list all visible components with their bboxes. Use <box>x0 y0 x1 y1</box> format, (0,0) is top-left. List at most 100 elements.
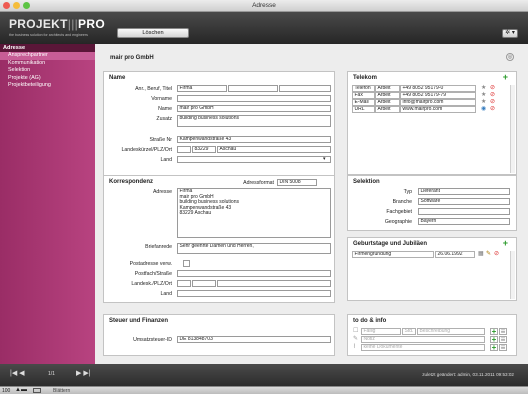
landeskz-field[interactable] <box>177 146 191 153</box>
status-bar: 100 ▲▬ Blättern <box>0 386 528 394</box>
branche-label: Branche <box>392 199 412 205</box>
delete-icon[interactable]: ⊘ <box>494 251 499 257</box>
record-counter: 1/1 <box>48 371 55 377</box>
geburtstage-heading: Geburtstage und Jubiläen <box>353 241 428 247</box>
telekom-value[interactable]: www.mairpro.com <box>400 106 476 113</box>
korrespondenz-panel: Korrespondenz Adressformat DIN 5008 Adre… <box>103 175 335 303</box>
telekom-value[interactable]: info@mairpro.com <box>400 99 476 106</box>
sidebar: Adresse Ansprechpartner Kommunikation Se… <box>0 44 95 364</box>
branche-field[interactable]: Software <box>418 198 510 205</box>
zusatz-field[interactable]: building business solutions <box>177 115 331 127</box>
post-land-field[interactable] <box>177 290 331 297</box>
titel-field[interactable] <box>279 85 331 92</box>
delete-icon[interactable]: ⊘ <box>490 106 495 112</box>
add-document-button[interactable]: + <box>490 344 498 352</box>
sidebar-item-kommunikation[interactable]: Kommunikation <box>0 60 95 68</box>
telekom-cat[interactable]: Arbeit <box>375 92 400 99</box>
telekom-cat[interactable]: Arbeit <box>375 85 400 92</box>
list-icon[interactable]: ≡ <box>499 328 507 336</box>
sidebar-item-selektion[interactable]: Selektion <box>0 67 95 75</box>
plz-field[interactable]: 83229 <box>192 146 216 153</box>
star-icon[interactable]: ★ <box>481 92 486 98</box>
todo-hours-field[interactable]: Std. <box>402 328 416 335</box>
sidebar-item-projekte[interactable]: Projekte (AG) <box>0 75 95 83</box>
chevron-down-icon[interactable]: ▾ <box>323 156 326 162</box>
todo-due-field[interactable]: Fällig <box>361 328 401 335</box>
korrespondenz-heading: Korrespondenz <box>109 179 154 185</box>
logo: PROJEKT|||PRO <box>9 17 105 31</box>
anlass-field[interactable]: Firmengründung <box>352 251 434 258</box>
nav-prev-button[interactable]: |◀ ◀ <box>10 369 25 377</box>
post-landeskz-field[interactable] <box>177 280 191 287</box>
telekom-scrollbar[interactable] <box>510 85 515 173</box>
edit-icon[interactable]: ✎ <box>486 251 491 257</box>
telekom-type[interactable]: URL <box>352 106 375 113</box>
anrede-field[interactable]: Firma <box>177 85 227 92</box>
name-label: Name <box>158 106 172 112</box>
telekom-type[interactable]: Fax <box>352 92 375 99</box>
sidebar-item-ansprechpartner[interactable]: Ansprechpartner <box>0 52 95 60</box>
anrede-label: Anr., Beruf, Titel <box>135 86 172 92</box>
record-info-icon[interactable]: ◎ <box>506 53 514 61</box>
name-field[interactable]: mair pro GmbH <box>177 105 331 112</box>
checkbox-icon[interactable]: ☐ <box>353 328 358 334</box>
vorname-field[interactable] <box>177 95 331 102</box>
briefanrede-field[interactable]: Sehr geehrte Damen und Herren, <box>177 243 331 254</box>
telekom-cat[interactable]: Arbeit <box>375 106 400 113</box>
selektion-panel: Selektion Typ Lieferant Branche Software… <box>347 175 517 231</box>
add-note-button[interactable]: + <box>490 336 498 344</box>
calendar-icon[interactable]: ▦ <box>478 251 484 257</box>
add-date-button[interactable]: + <box>503 239 508 248</box>
main-area: mair pro GmbH ◎ Name Anr., Beruf, Titel … <box>95 44 528 364</box>
todo-documents-field[interactable]: keine Dokumente <box>361 344 485 351</box>
note-icon[interactable]: ✎ <box>353 336 358 342</box>
delete-icon[interactable]: ⊘ <box>490 92 495 98</box>
typ-field[interactable]: Lieferant <box>418 188 510 195</box>
add-todo-button[interactable]: + <box>490 328 498 336</box>
ort-field[interactable]: Aschau <box>217 146 331 153</box>
postfach-field[interactable] <box>177 270 331 277</box>
zoom-icon[interactable]: ▲▬ <box>15 387 27 393</box>
star-icon[interactable]: ★ <box>481 85 486 91</box>
paperclip-icon[interactable]: ⌇ <box>353 344 356 350</box>
strasse-field[interactable]: Kampenwandstraße 43 <box>177 136 331 143</box>
telekom-value[interactable]: +49 8052 95179-79 <box>400 92 476 99</box>
app-window: Adresse PROJEKT|||PRO the business solut… <box>0 0 528 394</box>
adresse-field[interactable]: Firma mair pro GmbH building business so… <box>177 188 331 238</box>
todo-note-field[interactable]: Notiz <box>361 336 485 343</box>
beruf-field[interactable] <box>228 85 278 92</box>
todo-description-field[interactable]: Beschreibung <box>417 328 485 335</box>
globe-icon[interactable]: ◉ <box>481 106 486 112</box>
todo-heading: to do & info <box>353 318 387 324</box>
post-plz-field[interactable] <box>192 280 216 287</box>
fachgebiet-label: Fachgebiet <box>386 209 412 215</box>
zoom-level[interactable]: 100 <box>2 388 10 394</box>
list-icon[interactable]: ≡ <box>499 336 507 344</box>
post-ort-field[interactable] <box>217 280 331 287</box>
star-icon[interactable]: ★ <box>481 99 486 105</box>
ust-field[interactable]: DE 813848703 <box>177 336 331 343</box>
telekom-type[interactable]: E-Mail <box>352 99 375 106</box>
telekom-cat[interactable]: Arbeit <box>375 99 400 106</box>
delete-icon[interactable]: ⊘ <box>490 99 495 105</box>
postadresse-checkbox[interactable] <box>183 260 190 267</box>
add-telekom-button[interactable]: + <box>503 73 508 82</box>
telekom-value[interactable]: +49 8052 95179-0 <box>400 85 476 92</box>
sidebar-heading[interactable]: Adresse <box>0 44 95 52</box>
geographie-field[interactable]: Bayern <box>418 218 510 225</box>
geburtstage-scrollbar[interactable] <box>510 251 515 299</box>
land-select[interactable] <box>177 156 331 163</box>
delete-icon[interactable]: ⊘ <box>490 85 495 91</box>
layout-icon[interactable] <box>33 388 41 393</box>
sidebar-item-projektbeteiligung[interactable]: Projektbeteiligung <box>0 82 95 90</box>
fachgebiet-field[interactable] <box>418 208 510 215</box>
telekom-type[interactable]: Telefon <box>352 85 375 92</box>
delete-button[interactable]: Löschen <box>117 28 189 38</box>
landesk-label: Landesk./PLZ/Ort <box>131 281 172 287</box>
nav-next-button[interactable]: ▶ ▶| <box>76 369 91 377</box>
gear-menu-button[interactable]: ✲ ▾ <box>502 29 518 38</box>
adressformat-field[interactable]: DIN 5008 <box>277 179 317 186</box>
datum-field[interactable]: 26.06.1992 <box>435 251 475 258</box>
list-icon[interactable]: ≡ <box>499 344 507 352</box>
strasse-label: Straße Nr <box>149 137 172 143</box>
